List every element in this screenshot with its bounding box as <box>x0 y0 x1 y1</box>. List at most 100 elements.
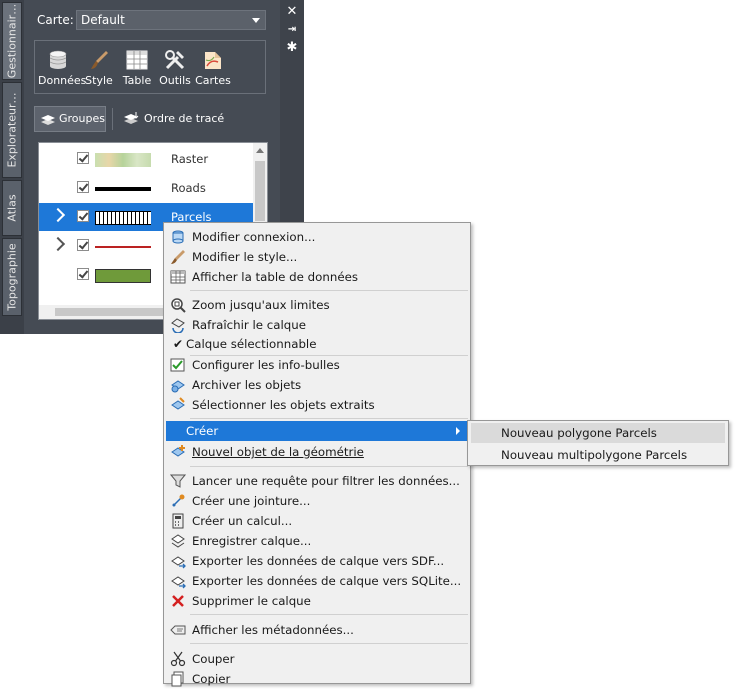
tool-label: Outils <box>159 74 191 87</box>
tab-gestionnaire[interactable]: Gestionnair… <box>2 2 22 80</box>
scroll-thumb[interactable] <box>255 161 265 221</box>
tab-explorateur[interactable]: Explorateur… <box>2 82 22 178</box>
tool-label: Table <box>122 74 152 87</box>
new-feature-icon <box>171 445 185 457</box>
carte-label: Carte: <box>37 13 74 27</box>
menu-item-show-metadata[interactable]: Afficher les métadonnées... <box>166 620 468 640</box>
layer-visibility-checkbox[interactable] <box>77 268 89 280</box>
layer-visibility-checkbox[interactable] <box>77 181 89 193</box>
tab-atlas[interactable]: Atlas <box>2 180 22 236</box>
menu-item-label: Sélectionner les objets extraits <box>192 398 375 412</box>
table-icon <box>170 270 186 284</box>
scroll-thumb[interactable] <box>55 308 175 316</box>
settings-icon[interactable]: ✱ <box>286 41 298 54</box>
menu-item-label: Nouvel objet de la géométrie <box>192 445 364 459</box>
toolbar-ribbon: Données Style Table Outils Cartes <box>34 40 266 94</box>
menu-item-export-sqlite[interactable]: Exporter les données de calque vers SQLi… <box>166 571 468 591</box>
menu-item-query-filter[interactable]: Lancer une requête pour filtrer les donn… <box>166 471 468 491</box>
menu-item-cut[interactable]: Couper <box>166 649 468 669</box>
toolbar-divider <box>112 108 113 130</box>
chevron-right-icon[interactable] <box>50 236 66 252</box>
pin-icon[interactable]: ⇥ <box>286 24 298 36</box>
menu-item-configure-tooltips[interactable]: Configurer les info-bulles <box>166 355 468 375</box>
layer-visibility-checkbox[interactable] <box>77 152 89 164</box>
database-icon <box>47 49 69 71</box>
select-checked-out-icon <box>171 397 185 410</box>
menu-item-label: Exporter les données de calque vers SDF.… <box>192 554 445 568</box>
menu-separator <box>190 643 468 644</box>
zoom-extents-icon <box>171 298 186 313</box>
style-button[interactable]: Style <box>81 49 117 87</box>
submenu-item-label: Nouveau multipolygone Parcels <box>501 448 688 462</box>
layer-visibility-checkbox[interactable] <box>77 239 89 251</box>
chevron-right-icon[interactable] <box>50 207 66 223</box>
tab-label: Topographie <box>5 243 19 311</box>
menu-item-label: Copier <box>192 672 231 686</box>
menu-item-label: Afficher la table de données <box>192 270 358 284</box>
data-button[interactable]: Données <box>38 49 87 87</box>
tab-topographie[interactable]: Topographie <box>2 238 22 316</box>
menu-item-label: Modifier le style... <box>192 250 298 264</box>
menu-item-save-layer[interactable]: Enregistrer calque... <box>166 531 468 551</box>
menu-item-select-checked-out[interactable]: Sélectionner les objets extraits <box>166 395 468 415</box>
export-sdf-icon <box>171 556 186 569</box>
menu-item-delete-layer[interactable]: Supprimer le calque <box>166 591 468 611</box>
draw-order-label: Ordre de tracé <box>144 112 225 125</box>
maps-button[interactable]: Cartes <box>193 49 233 87</box>
submenu-item-new-multipolygon[interactable]: Nouveau multipolygone Parcels <box>471 445 725 465</box>
menu-separator <box>190 614 468 615</box>
draw-order-icon <box>124 112 139 124</box>
tools-button[interactable]: Outils <box>157 49 193 87</box>
metadata-icon <box>170 625 186 635</box>
menu-item-zoom-extents[interactable]: Zoom jusqu'aux limites <box>166 295 468 315</box>
layer-row-raster[interactable]: Raster <box>39 145 253 173</box>
menu-item-create-join[interactable]: Créer une jointure... <box>166 491 468 511</box>
tab-label: Gestionnair… <box>5 3 19 79</box>
submenu-item-new-polygon[interactable]: Nouveau polygone Parcels <box>471 423 725 443</box>
scroll-up-icon[interactable] <box>256 148 264 153</box>
groups-button[interactable]: Groupes <box>34 106 106 132</box>
layer-context-menu: Modifier connexion... Modifier le style.… <box>163 222 471 687</box>
menu-item-new-geometry-feature[interactable]: Nouvel objet de la géométrie <box>166 442 468 462</box>
menu-item-create-calculation[interactable]: Créer un calcul... <box>166 511 468 531</box>
menu-item-export-sdf[interactable]: Exporter les données de calque vers SDF.… <box>166 551 468 571</box>
tooltip-config-icon <box>170 358 185 372</box>
menu-item-label: Calque sélectionnable <box>186 337 317 351</box>
chevron-down-icon <box>252 18 260 23</box>
carte-value: Default <box>81 13 125 27</box>
menu-item-label: Lancer une requête pour filtrer les donn… <box>192 474 460 488</box>
checkmark-icon: ✔ <box>172 337 184 351</box>
raster-symbol <box>95 153 151 167</box>
polygon-symbol <box>95 269 151 283</box>
menu-item-label: Afficher les métadonnées... <box>192 623 354 637</box>
close-icon[interactable]: ✕ <box>286 5 298 18</box>
menu-item-edit-connection[interactable]: Modifier connexion... <box>166 227 468 247</box>
calculator-icon <box>172 513 184 529</box>
menu-item-create[interactable]: Créer <box>166 421 468 441</box>
layer-row-roads[interactable]: Roads <box>39 174 253 202</box>
table-button[interactable]: Table <box>119 49 155 87</box>
menu-item-check-in[interactable]: Archiver les objets <box>166 375 468 395</box>
menu-item-label: Créer <box>186 424 219 438</box>
menu-separator <box>190 418 468 419</box>
tab-label: Atlas <box>5 194 19 222</box>
menu-item-refresh-layer[interactable]: Rafraîchir le calque <box>166 315 468 335</box>
menu-item-selectable-layer[interactable]: ✔ Calque sélectionnable <box>166 334 468 354</box>
delete-icon <box>172 595 184 607</box>
menu-item-copy[interactable]: Copier <box>166 669 468 689</box>
carte-dropdown[interactable]: Default <box>76 10 266 30</box>
tool-label: Données <box>38 74 87 87</box>
draw-order-button[interactable]: Ordre de tracé <box>120 106 224 132</box>
checkin-icon <box>171 380 185 393</box>
join-icon <box>172 494 185 507</box>
layer-visibility-checkbox[interactable] <box>77 210 89 222</box>
menu-item-label: Rafraîchir le calque <box>192 318 307 332</box>
roads-symbol <box>95 182 151 196</box>
tool-label: Style <box>85 74 113 87</box>
menu-separator <box>190 466 468 467</box>
layers-icon <box>41 115 55 125</box>
tools-icon <box>164 49 186 71</box>
menu-item-show-table[interactable]: Afficher la table de données <box>166 267 468 287</box>
connection-icon <box>172 230 184 244</box>
menu-item-edit-style[interactable]: Modifier le style... <box>166 247 468 267</box>
